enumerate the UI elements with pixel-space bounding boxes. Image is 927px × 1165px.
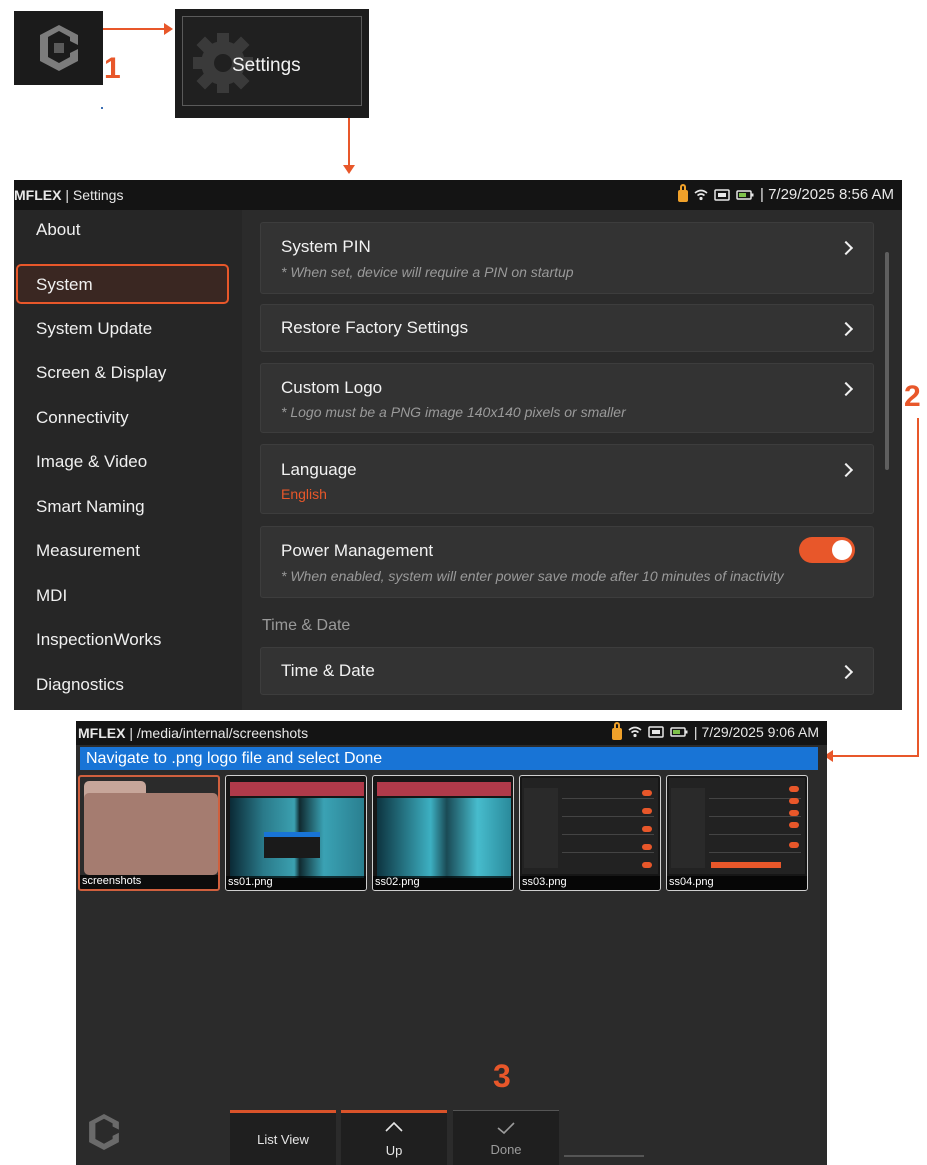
thumbnail-image [669, 778, 805, 874]
settings-screen: MFLEX | Settings | 7/29/2025 8:56 AM Abo… [14, 180, 902, 710]
file-ss04[interactable]: ss04.png [666, 775, 808, 891]
sidebar-item-mdi[interactable]: MDI [16, 576, 229, 616]
section-heading-time-date: Time & Date [262, 617, 351, 634]
chevron-right-icon [838, 664, 854, 680]
custom-logo-row[interactable]: Custom Logo * Logo must be a PNG image 1… [260, 363, 874, 433]
system-pin-title: System PIN [281, 237, 371, 256]
lock-icon [611, 721, 622, 740]
language-row[interactable]: Language English [260, 444, 874, 514]
system-pin-subtitle: * When set, device will require a PIN on… [281, 264, 574, 280]
file-ss03[interactable]: ss03.png [519, 775, 661, 891]
instruction-banner: Navigate to .png logo file and select Do… [80, 747, 818, 770]
sidebar-item-system[interactable]: System [16, 264, 229, 304]
arrow-to-browser [824, 750, 919, 762]
language-value: English [281, 486, 327, 502]
power-management-title: Power Management [281, 541, 434, 560]
wifi-icon [694, 189, 708, 200]
time-date-row[interactable]: Time & Date [260, 647, 874, 695]
arrow-to-settings-screen [343, 118, 355, 174]
settings-tile[interactable]: Settings [175, 9, 369, 118]
battery-icon [736, 189, 754, 200]
divider [564, 1155, 644, 1157]
wifi-icon [628, 726, 642, 738]
settings-sidebar: About System System Update Screen & Disp… [14, 210, 242, 710]
done-label: Done [490, 1142, 522, 1157]
list-view-label: List View [257, 1132, 309, 1147]
scrollbar[interactable] [885, 252, 889, 470]
sidebar-item-system-update[interactable]: System Update [16, 309, 229, 349]
list-view-button[interactable]: List View [230, 1110, 336, 1165]
thumbnail-image [377, 798, 511, 878]
custom-logo-title: Custom Logo [281, 378, 383, 397]
checkmark-icon [497, 1122, 515, 1135]
window-title: MFLEX | Settings [14, 187, 124, 203]
up-button[interactable]: Up [341, 1110, 447, 1165]
arrow-to-settings [103, 23, 173, 35]
step-1-label: 1 [104, 52, 121, 85]
done-button[interactable]: Done [453, 1110, 559, 1165]
chevron-right-icon [838, 240, 854, 256]
lock-icon [678, 184, 688, 202]
status-datetime: | 7/29/2025 8:56 AM [760, 186, 894, 203]
restore-factory-title: Restore Factory Settings [281, 318, 469, 337]
storage-icon [648, 726, 664, 738]
file-name: ss03.png [520, 876, 660, 890]
time-date-title: Time & Date [281, 661, 375, 680]
step-3-label: 3 [493, 1058, 511, 1094]
chevron-right-icon [838, 381, 854, 397]
power-management-subtitle: * When enabled, system will enter power … [281, 568, 784, 584]
system-pin-row[interactable]: System PIN * When set, device will requi… [260, 222, 874, 294]
browser-path: MFLEX | /media/internal/screenshots [78, 725, 309, 741]
storage-icon [714, 188, 730, 201]
sidebar-item-screen-display[interactable]: Screen & Display [16, 353, 229, 393]
app-logo-tile[interactable] [14, 11, 103, 85]
language-title: Language [281, 460, 357, 479]
custom-logo-subtitle: * Logo must be a PNG image 140x140 pixel… [281, 404, 626, 420]
browser-status-bar: MFLEX | /media/internal/screenshots | 7/… [76, 721, 827, 745]
restore-factory-row[interactable]: Restore Factory Settings [260, 304, 874, 352]
arrow-to-browser-vertical [917, 418, 919, 756]
app-logo-icon [89, 1114, 119, 1150]
file-name: ss01.png [226, 876, 366, 890]
app-logo-icon [40, 25, 78, 71]
browser-datetime: | 7/29/2025 9:06 AM [693, 724, 819, 740]
file-ss01[interactable]: ss01.png [225, 775, 367, 891]
settings-tile-label: Settings [232, 55, 301, 76]
sidebar-item-diagnostics[interactable]: Diagnostics [16, 665, 229, 705]
chevron-up-icon [385, 1121, 403, 1132]
sidebar-item-connectivity[interactable]: Connectivity [16, 398, 229, 438]
power-management-toggle[interactable] [799, 537, 855, 563]
file-name: screenshots [80, 875, 218, 889]
folder-screenshots[interactable]: screenshots [78, 775, 220, 891]
sidebar-item-about[interactable]: About [16, 210, 229, 250]
file-name: ss04.png [667, 876, 807, 890]
chevron-right-icon [838, 321, 854, 337]
file-name: ss02.png [373, 876, 513, 890]
battery-icon [670, 727, 688, 737]
thumbnail-image [522, 778, 658, 874]
file-ss02[interactable]: ss02.png [372, 775, 514, 891]
step-2-label: 2 [904, 380, 921, 413]
sidebar-item-inspectionworks[interactable]: InspectionWorks [16, 620, 229, 660]
sidebar-item-measurement[interactable]: Measurement [16, 531, 229, 571]
status-bar: MFLEX | Settings | 7/29/2025 8:56 AM [14, 180, 902, 210]
chevron-right-icon [838, 462, 854, 478]
sidebar-item-smart-naming[interactable]: Smart Naming [16, 487, 229, 527]
power-management-row: Power Management * When enabled, system … [260, 526, 874, 598]
sidebar-item-image-video[interactable]: Image & Video [16, 442, 229, 482]
dot-marker [101, 107, 103, 109]
file-browser-screen: MFLEX | /media/internal/screenshots | 7/… [76, 721, 827, 1165]
up-label: Up [385, 1143, 403, 1158]
